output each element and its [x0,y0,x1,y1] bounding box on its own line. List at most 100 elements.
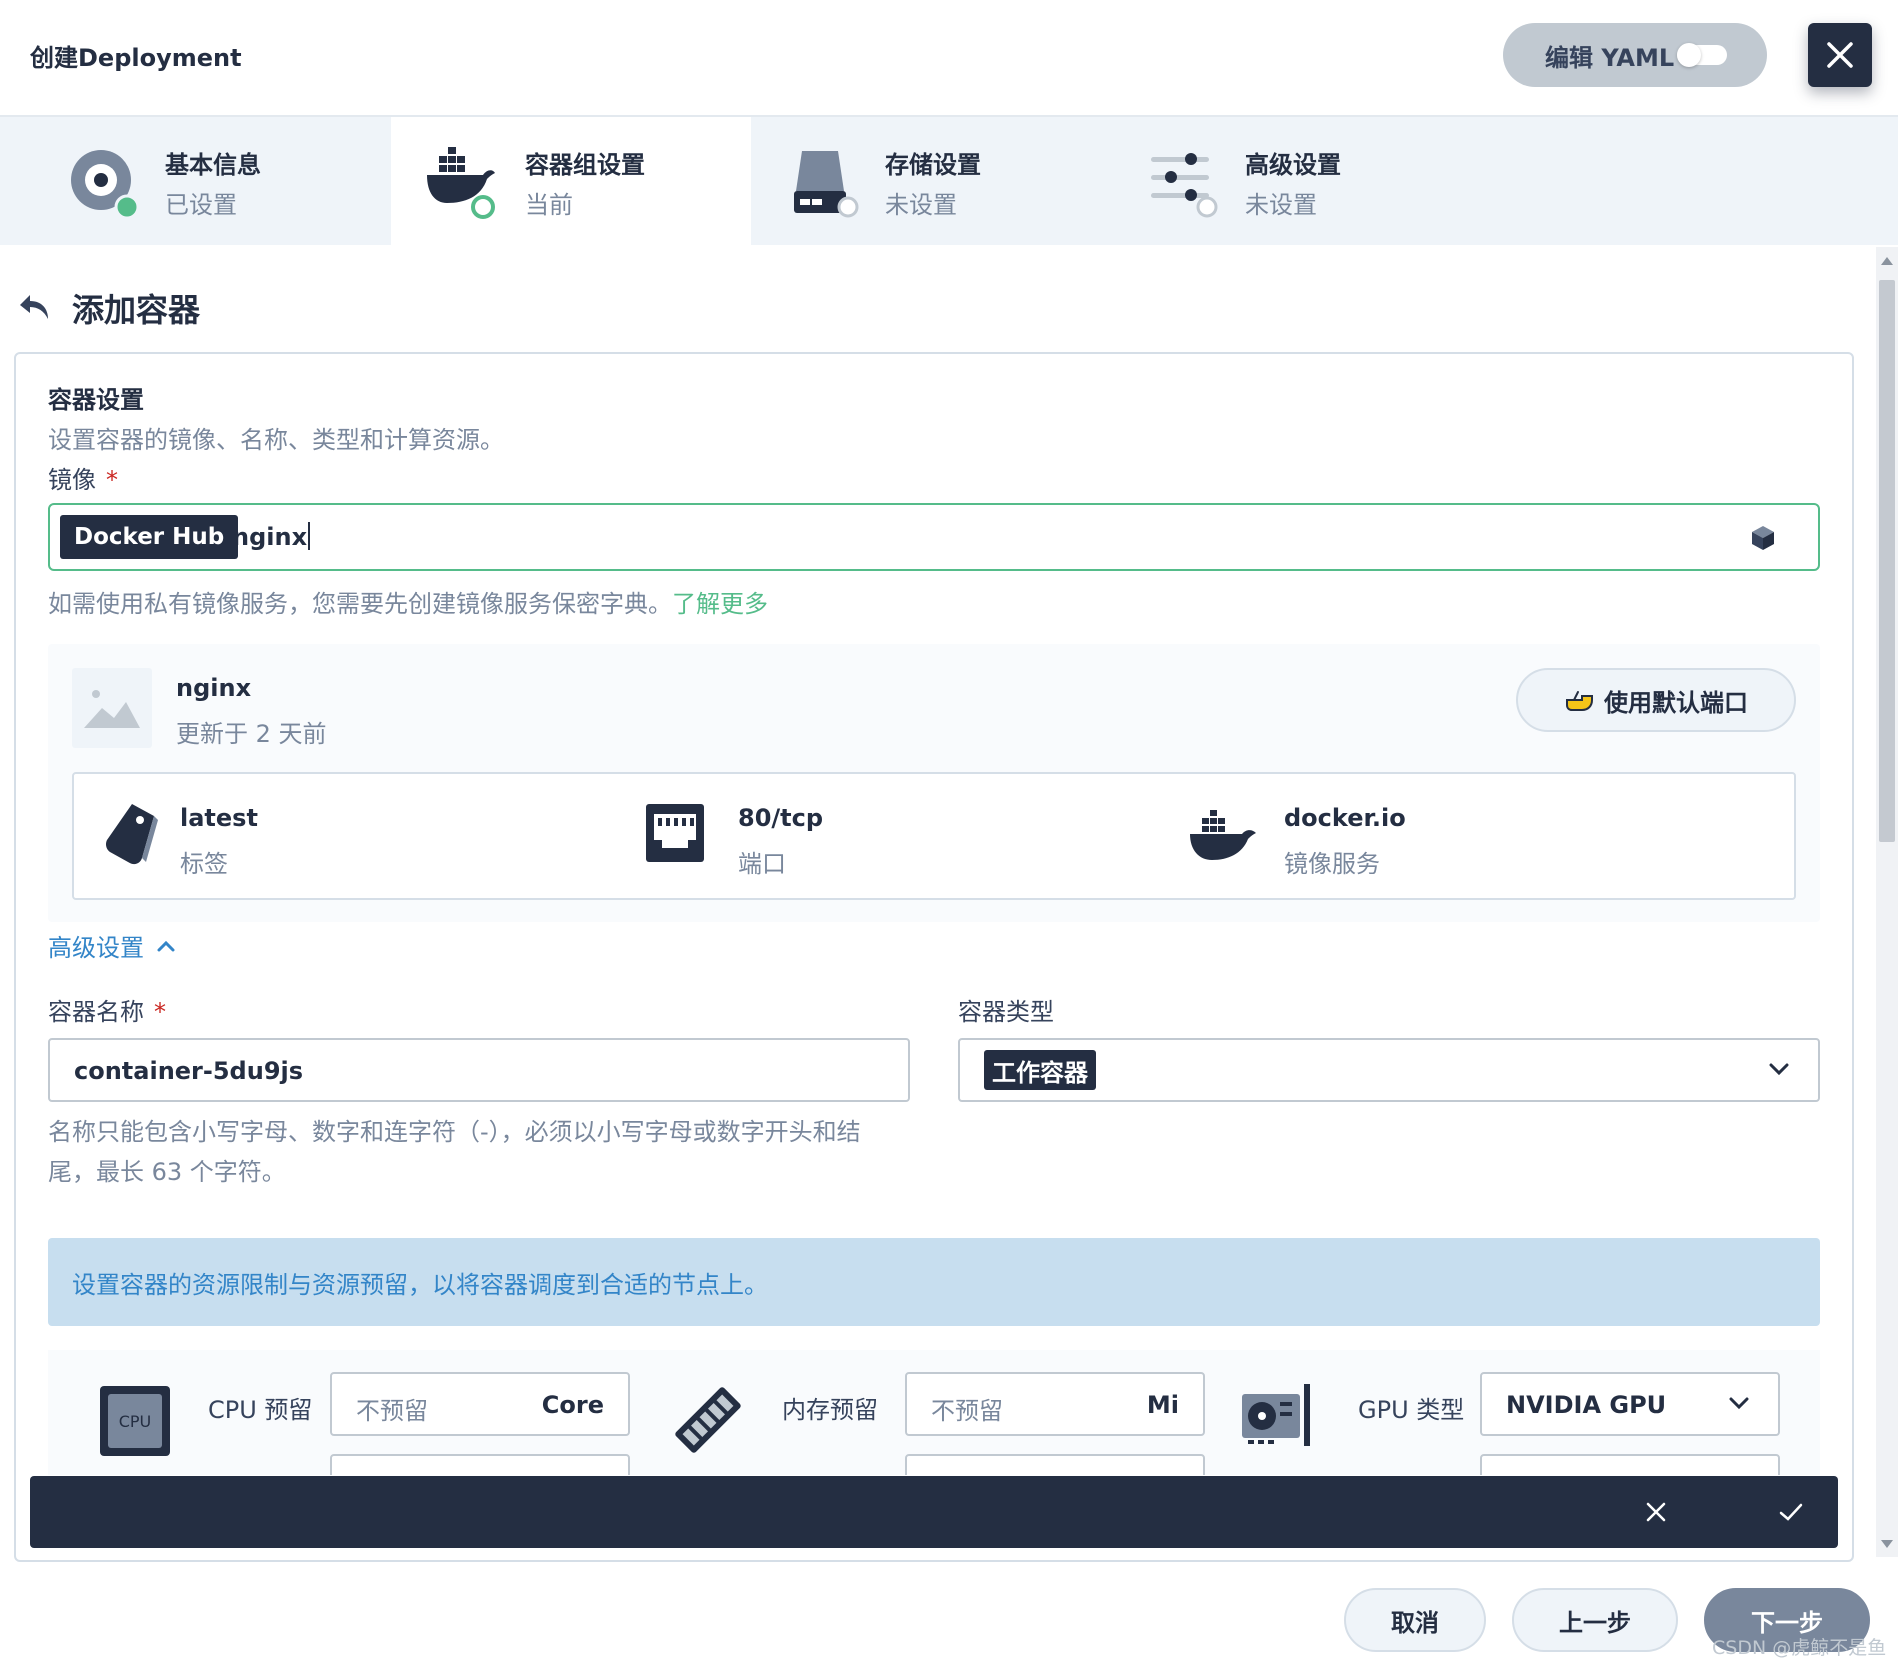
port-key: 端口 [738,850,786,878]
use-default-ports-label: 使用默认端口 [1604,688,1748,717]
cpu-chip-text: CPU [119,1412,152,1431]
watermark: CSDN @虎鲸不是鱼 [1712,1637,1887,1659]
docker-icon [1190,810,1256,860]
memory-reservation-input[interactable]: 不预留 Mi [905,1372,1205,1436]
required-mark: * [106,466,118,494]
learn-more-link[interactable]: 了解更多 [672,590,768,618]
step-title: 容器组设置 [525,151,645,179]
use-default-ports-button[interactable]: 使用默认端口 [1516,668,1796,732]
dialog-title: 创建Deployment [30,44,242,72]
settings-circle-icon [71,150,140,219]
image-value: nginx [232,522,311,551]
registry-value: docker.io [1284,804,1406,832]
memory-icon [675,1387,741,1453]
image-updated-time: 更新于 2 天前 [176,720,327,748]
private-registry-hint: 如需使用私有镜像服务，您需要先创建镜像服务保密字典。了解更多 [48,590,768,618]
previous-button[interactable]: 上一步 [1512,1588,1678,1652]
registry-key: 镜像服务 [1284,850,1380,878]
cpu-reservation-placeholder: 不预留 [356,1397,428,1425]
section-description: 设置容器的镜像、名称、类型和计算资源。 [48,426,504,454]
toggle-switch-icon [1677,43,1727,67]
close-icon[interactable] [1644,1500,1668,1524]
container-action-bar [30,1476,1838,1548]
hand-pointer-icon [1566,691,1593,711]
container-name-rule: 名称只能包含小写字母、数字和连字符（-），必须以小写字母或数字开头和结尾，最长 … [48,1118,861,1186]
image-tag-item: latest 标签 [102,774,602,898]
resource-info-banner: 设置容器的资源限制与资源预留，以将容器调度到合适的节点上。 [48,1238,1820,1326]
step-status: 已设置 [165,191,237,219]
step-title: 基本信息 [165,151,261,179]
docker-icon [427,147,495,219]
chevron-down-icon [1729,1397,1749,1410]
cpu-reservation-label: CPU 预留 [208,1396,313,1424]
step-status: 未设置 [885,191,957,219]
step-status: 未设置 [1245,191,1317,219]
step-title: 存储设置 [885,151,981,179]
registry-selector[interactable]: Docker Hub [60,515,239,559]
tag-icon [106,804,158,865]
cpu-reservation-input[interactable]: 不预留 Core [330,1372,630,1436]
chevron-down-icon [1769,1063,1789,1076]
chevron-up-icon [157,940,175,951]
container-name-label: 容器名称 * [48,998,166,1026]
scroll-down-icon[interactable] [1881,1540,1893,1548]
step-advanced[interactable]: 高级设置 未设置 [1113,117,1473,245]
gpu-type-label: GPU 类型 [1358,1396,1465,1424]
image-port-item: 80/tcp 端口 [644,774,1144,898]
edit-yaml-toggle[interactable]: 编辑 YAML [1503,23,1767,87]
text-caret [308,522,311,550]
resource-settings: CPU CPU 预留 不预留 Core 内存预留 不预留 Mi GPU 类型 N… [48,1350,1820,1475]
step-pod-settings[interactable]: 容器组设置 当前 [391,117,751,245]
sliders-icon [1151,153,1218,218]
gpu-icon [1242,1384,1310,1446]
advanced-settings-toggle[interactable]: 高级设置 [48,928,176,963]
cancel-button[interactable]: 取消 [1344,1588,1486,1652]
tag-key: 标签 [180,850,228,878]
image-label: 镜像 * [48,466,118,494]
step-title: 高级设置 [1245,151,1341,179]
image-name: nginx [176,674,252,702]
close-button[interactable] [1808,23,1872,87]
port-value: 80/tcp [738,804,824,832]
back-arrow-icon [20,295,48,319]
dialog-header: 创建Deployment 编辑 YAML [0,0,1898,117]
check-icon[interactable] [1778,1500,1804,1524]
required-mark: * [154,998,166,1026]
image-registry-item: docker.io 镜像服务 [1190,774,1690,898]
memory-reservation-placeholder: 不预留 [931,1397,1003,1425]
page-title: 添加容器 [72,291,201,329]
memory-reservation-label: 内存预留 [782,1396,878,1424]
scrollbar-thumb[interactable] [1879,280,1895,842]
image-placeholder-icon [72,668,152,748]
cpu-icon: CPU [100,1386,170,1456]
storage-icon [794,151,859,218]
wizard-steps: 基本信息 已设置 容器组设置 当前 存储设置 未设置 高级设置 未设置 [0,117,1898,245]
advanced-settings-label: 高级设置 [48,934,144,962]
close-icon [1827,42,1853,68]
memory-unit: Mi [1146,1391,1179,1419]
gpu-type-select[interactable]: NVIDIA GPU [1480,1372,1780,1436]
step-storage[interactable]: 存储设置 未设置 [752,117,1112,245]
image-info-card: nginx 更新于 2 天前 使用默认端口 latest 标签 80/tcp 端 [48,644,1820,922]
tag-value: latest [180,804,258,832]
step-status: 当前 [525,191,573,219]
image-search-input[interactable]: Docker Hub nginx [48,503,1820,571]
container-type-value: 工作容器 [984,1050,1096,1090]
cpu-limit-input[interactable] [330,1454,630,1475]
gpu-type-value: NVIDIA GPU [1506,1391,1667,1419]
back-header[interactable]: 添加容器 [18,285,200,331]
memory-limit-input[interactable] [905,1454,1205,1475]
gpu-limit-input[interactable] [1480,1454,1780,1475]
container-name-input[interactable]: container-5du9js [48,1038,910,1102]
cube-icon[interactable] [1750,525,1776,551]
container-type-label: 容器类型 [958,998,1054,1026]
section-title: 容器设置 [48,386,144,414]
scroll-up-icon[interactable] [1881,257,1893,265]
container-name-value: container-5du9js [74,1057,304,1085]
ethernet-port-icon [646,804,704,862]
step-basic-info[interactable]: 基本信息 已设置 [0,117,390,245]
image-details: latest 标签 80/tcp 端口 docker.io 镜像服务 [72,772,1796,900]
edit-yaml-label: 编辑 YAML [1545,43,1675,72]
cpu-unit: Core [541,1391,604,1419]
container-type-select[interactable]: 工作容器 [958,1038,1820,1102]
